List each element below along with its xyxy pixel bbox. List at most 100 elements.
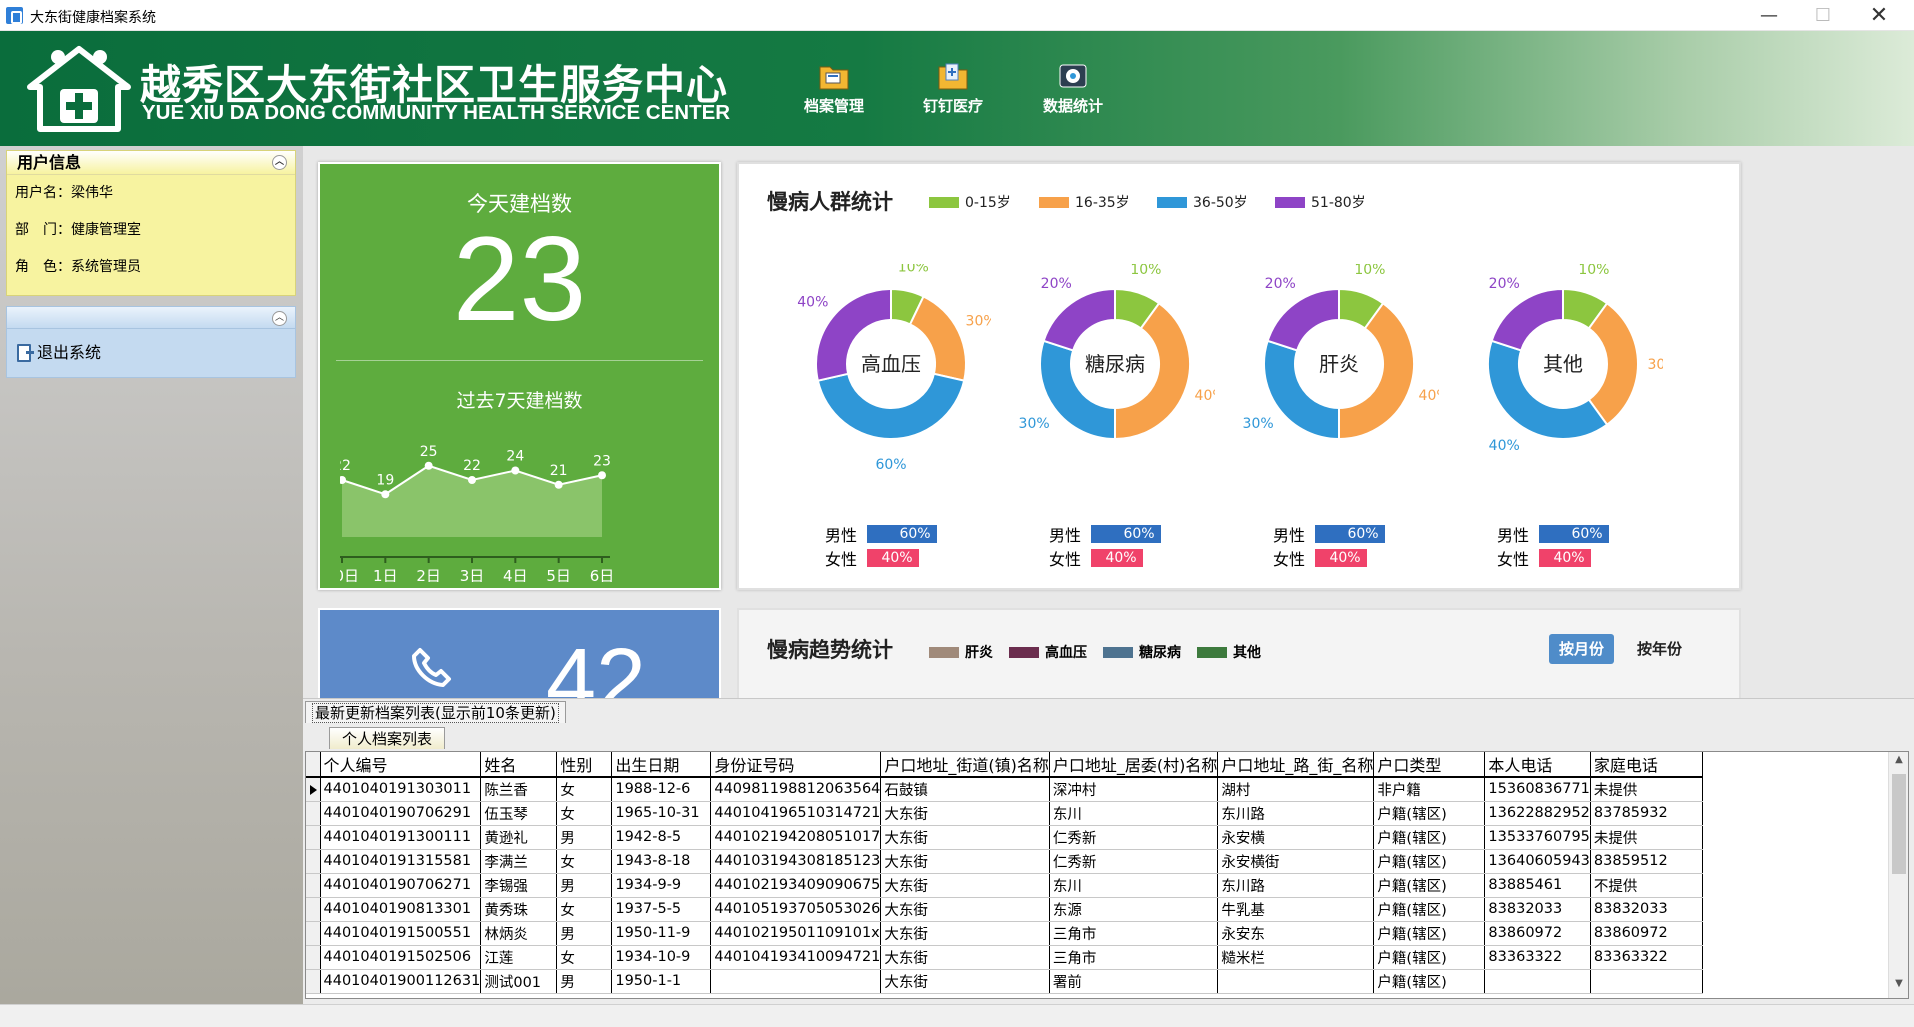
table-cell[interactable]: 东川 [1049, 801, 1219, 826]
table-cell[interactable]: 1934-10-9 [611, 945, 712, 970]
table-cell[interactable]: 83832033 [1590, 897, 1703, 922]
table-cell[interactable]: 伍玉琴 [480, 801, 558, 826]
table-row[interactable]: 4401040191300111 黄逊礼男 1942-8-5 440102194208… [306, 825, 1703, 850]
table-cell[interactable]: 深冲村 [1049, 777, 1219, 802]
maximize-button[interactable]: ☐ [1800, 0, 1846, 31]
table-cell[interactable]: 4401040191500551 [320, 921, 482, 946]
table-cell[interactable]: 440981198812063564 [710, 777, 882, 802]
table-cell[interactable] [1217, 969, 1375, 994]
table-cell[interactable]: 1937-5-5 [611, 897, 712, 922]
table-cell[interactable]: 户籍(辖区) [1373, 897, 1486, 922]
table-cell[interactable]: 大东街 [880, 873, 1050, 898]
donut-slice[interactable] [1266, 287, 1340, 352]
table-cell[interactable]: 东川路 [1217, 873, 1375, 898]
column-header[interactable]: 户口类型 [1373, 752, 1486, 778]
column-header[interactable]: 家庭电话 [1590, 752, 1703, 778]
table-row[interactable]: 4401040190011263​1 测试001 男 1950-1-1 大东街 署前 户籍(… [306, 969, 1703, 994]
table-cell[interactable]: 东源 [1049, 897, 1219, 922]
table-cell[interactable] [1590, 969, 1703, 994]
table-cell[interactable]: 三角市 [1049, 921, 1219, 946]
table-cell[interactable]: 永安横街 [1217, 849, 1375, 874]
table-cell[interactable]: 户籍(辖区) [1373, 921, 1486, 946]
table-cell[interactable]: 440105193705053026 [710, 897, 882, 922]
table-cell[interactable]: 男 [556, 825, 613, 850]
table-cell[interactable]: 4401040191300111 [320, 825, 482, 850]
table-row[interactable]: 4401040191315581 李满兰女 1943-8-18 44010319430… [306, 849, 1703, 874]
records-group-title[interactable]: 最新更新档案列表(显示前10条更新) [305, 701, 566, 723]
table-cell[interactable]: 4401040191315581 [320, 849, 482, 874]
table-cell[interactable]: 大东街 [880, 969, 1050, 994]
collapse-icon[interactable]: ︿ [272, 311, 287, 326]
table-cell[interactable]: 83363322 [1484, 945, 1591, 970]
table-cell[interactable]: 户籍(辖区) [1373, 969, 1486, 994]
donut-slice[interactable] [816, 372, 966, 440]
table-cell[interactable]: 不提供 [1590, 873, 1703, 898]
table-cell[interactable]: 女 [556, 801, 613, 826]
table-cell[interactable]: 男 [556, 873, 613, 898]
table-cell[interactable]: 户籍(辖区) [1373, 873, 1486, 898]
table-cell[interactable]: 83860972 [1484, 921, 1591, 946]
table-cell[interactable]: 13533760795 [1484, 825, 1591, 850]
table-cell[interactable]: 未提供 [1590, 825, 1703, 850]
table-cell[interactable]: 永安横 [1217, 825, 1375, 850]
column-header[interactable]: 户口地址_居委(村)名称 [1049, 752, 1219, 778]
table-cell[interactable]: 石鼓镇 [880, 777, 1050, 802]
table-cell[interactable]: 牛乳基 [1217, 897, 1375, 922]
table-cell[interactable]: 女 [556, 897, 613, 922]
table-cell[interactable]: 非户籍 [1373, 777, 1486, 802]
table-cell[interactable]: 83832033 [1484, 897, 1591, 922]
table-cell[interactable]: 永安东 [1217, 921, 1375, 946]
table-cell[interactable]: 测试001 [480, 969, 558, 994]
table-cell[interactable]: 女 [556, 849, 613, 874]
collapse-icon[interactable]: ︿ [272, 155, 287, 170]
row-selector[interactable] [306, 825, 321, 850]
column-header[interactable]: 身份证号码 [710, 752, 882, 778]
table-cell[interactable]: 大东街 [880, 897, 1050, 922]
table-cell[interactable]: 1934-9-9 [611, 873, 712, 898]
vertical-scrollbar[interactable]: ▲ ▼ [1888, 752, 1908, 998]
row-selector[interactable] [306, 777, 321, 802]
table-cell[interactable]: 44010219501109101x [710, 921, 882, 946]
table-cell[interactable]: 1950-11-9 [611, 921, 712, 946]
table-cell[interactable]: 东川路 [1217, 801, 1375, 826]
row-selector[interactable] [306, 849, 321, 874]
table-cell[interactable]: 户籍(辖区) [1373, 801, 1486, 826]
table-cell[interactable] [710, 969, 882, 994]
donut-slice[interactable] [1490, 287, 1564, 352]
column-header[interactable]: 户口地址_街道(镇)名称 [880, 752, 1050, 778]
table-cell[interactable]: 湖村 [1217, 777, 1375, 802]
table-cell[interactable]: 83785932 [1590, 801, 1703, 826]
row-selector[interactable] [306, 945, 321, 970]
row-selector[interactable] [306, 969, 321, 994]
table-cell[interactable]: 署前 [1049, 969, 1219, 994]
table-cell[interactable]: 男 [556, 921, 613, 946]
column-header[interactable]: 户口地址_路_街_名称 [1217, 752, 1375, 778]
donut-slice[interactable] [1042, 287, 1116, 352]
table-cell[interactable]: 13640605943 [1484, 849, 1591, 874]
row-selector[interactable] [306, 873, 321, 898]
table-cell[interactable]: 4401040190813301 [320, 897, 482, 922]
table-cell[interactable]: 4401040191502506 [320, 945, 482, 970]
table-cell[interactable]: 女 [556, 777, 613, 802]
table-row[interactable]: 4401040190706291 伍玉琴女 1965-10-31 4401041965… [306, 801, 1703, 826]
nav-data-statistics[interactable]: 数据统计 [1023, 61, 1123, 116]
table-cell[interactable]: 83363322 [1590, 945, 1703, 970]
table-cell[interactable]: 大东街 [880, 921, 1050, 946]
table-cell[interactable]: 李锡强 [480, 873, 558, 898]
column-header[interactable]: 出生日期 [611, 752, 712, 778]
table-cell[interactable]: 户籍(辖区) [1373, 945, 1486, 970]
row-selector[interactable] [306, 921, 321, 946]
table-row[interactable]: 4401040191303011 陈兰香女 1988-12-6 44098119881… [306, 777, 1703, 802]
table-row[interactable]: 4401040191500551 林炳炎男 1950-11-9 44010219501… [306, 921, 1703, 946]
table-cell[interactable]: 83859512 [1590, 849, 1703, 874]
logout-button[interactable]: 退出系统 [7, 329, 295, 377]
table-cell[interactable]: 黄逊礼 [480, 825, 558, 850]
table-cell[interactable]: 1943-8-18 [611, 849, 712, 874]
table-row[interactable]: 4401040190706271 李锡强男 1934-9-9 440102193409… [306, 873, 1703, 898]
table-cell[interactable]: 440104196510314721 [710, 801, 882, 826]
tab-personal-records[interactable]: 个人档案列表 [329, 727, 446, 749]
table-cell[interactable]: 仁秀新 [1049, 825, 1219, 850]
table-cell[interactable]: 大东街 [880, 945, 1050, 970]
table-cell[interactable]: 440104193410094721 [710, 945, 882, 970]
scroll-up-icon[interactable]: ▲ [1889, 754, 1908, 772]
